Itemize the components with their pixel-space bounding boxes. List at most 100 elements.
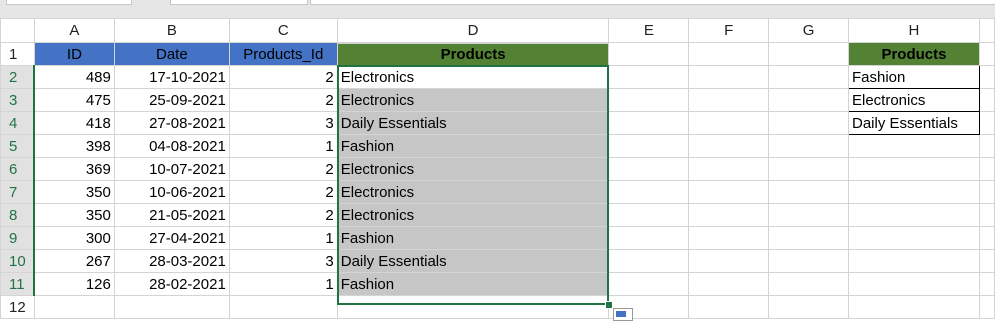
cell-f1[interactable] (688, 42, 770, 66)
cell-i9[interactable] (978, 226, 995, 250)
cell-c5[interactable]: 1 (228, 134, 338, 158)
col-header-c[interactable]: C (228, 18, 338, 43)
cell-a8[interactable]: 350 (33, 203, 115, 227)
row-header-5[interactable]: 5 (0, 134, 36, 158)
cell-a6[interactable]: 369 (33, 157, 115, 181)
cell-c8[interactable]: 2 (228, 203, 338, 227)
cell-c4[interactable]: 3 (228, 111, 338, 135)
cell-a11[interactable]: 126 (33, 272, 115, 296)
cell-e5[interactable] (608, 134, 690, 158)
cell-h7[interactable] (847, 180, 980, 204)
cell-a4[interactable]: 418 (33, 111, 115, 135)
cell-f6[interactable] (688, 157, 770, 181)
cell-g3[interactable] (768, 88, 849, 112)
cell-b12[interactable] (113, 295, 230, 319)
cell-d6[interactable]: Electronics (336, 157, 610, 181)
row-header-12[interactable]: 12 (0, 295, 35, 319)
cell-h10[interactable] (847, 249, 980, 273)
cell-h6[interactable] (847, 157, 980, 181)
cell-d10[interactable]: Daily Essentials (336, 249, 610, 273)
cell-i10[interactable] (978, 249, 995, 273)
cell-b6[interactable]: 10-07-2021 (113, 157, 230, 181)
cell-a1[interactable]: ID (33, 42, 115, 66)
cell-h12[interactable] (847, 295, 980, 319)
cell-i7[interactable] (978, 180, 995, 204)
row-header-7[interactable]: 7 (0, 180, 36, 204)
col-header-b[interactable]: B (113, 18, 230, 43)
cell-h5[interactable] (847, 134, 980, 158)
cell-h2[interactable]: Fashion (847, 65, 980, 89)
col-header-f[interactable]: F (688, 18, 770, 43)
cell-c12[interactable] (228, 295, 338, 319)
cell-i11[interactable] (978, 272, 995, 296)
cell-f10[interactable] (688, 249, 770, 273)
cell-g8[interactable] (768, 203, 849, 227)
cell-b8[interactable]: 21-05-2021 (113, 203, 230, 227)
cell-h3[interactable]: Electronics (847, 88, 980, 112)
cell-g6[interactable] (768, 157, 849, 181)
cell-b3[interactable]: 25-09-2021 (113, 88, 230, 112)
cell-d8[interactable]: Electronics (336, 203, 610, 227)
row-header-9[interactable]: 9 (0, 226, 36, 250)
cell-i12[interactable] (978, 295, 995, 319)
cell-d11[interactable]: Fashion (336, 272, 610, 296)
row-header-1[interactable]: 1 (0, 42, 35, 66)
cell-b4[interactable]: 27-08-2021 (113, 111, 230, 135)
cell-b2[interactable]: 17-10-2021 (113, 65, 230, 89)
name-box[interactable] (6, 0, 132, 5)
cell-g5[interactable] (768, 134, 849, 158)
cell-a3[interactable]: 475 (33, 88, 115, 112)
cell-b1[interactable]: Date (113, 42, 230, 66)
cell-d3[interactable]: Electronics (336, 88, 610, 112)
select-all-corner[interactable] (0, 18, 35, 43)
cell-c6[interactable]: 2 (228, 157, 338, 181)
cell-i6[interactable] (978, 157, 995, 181)
cell-b7[interactable]: 10-06-2021 (113, 180, 230, 204)
cell-c3[interactable]: 2 (228, 88, 338, 112)
cell-g11[interactable] (768, 272, 849, 296)
cell-b5[interactable]: 04-08-2021 (113, 134, 230, 158)
formula-input[interactable] (310, 0, 995, 5)
cell-g2[interactable] (768, 65, 849, 89)
cell-i1[interactable] (978, 42, 995, 66)
cell-e8[interactable] (608, 203, 690, 227)
row-header-11[interactable]: 11 (0, 272, 36, 296)
cell-i2[interactable] (978, 65, 995, 89)
quick-analysis-icon[interactable] (613, 308, 633, 321)
cell-d1[interactable]: Products (336, 42, 610, 66)
cell-a7[interactable]: 350 (33, 180, 115, 204)
row-header-4[interactable]: 4 (0, 111, 36, 135)
cell-d7[interactable]: Electronics (336, 180, 610, 204)
cell-f4[interactable] (688, 111, 770, 135)
cell-g10[interactable] (768, 249, 849, 273)
cell-e7[interactable] (608, 180, 690, 204)
cell-d9[interactable]: Fashion (336, 226, 610, 250)
cell-b11[interactable]: 28-02-2021 (113, 272, 230, 296)
cell-a5[interactable]: 398 (33, 134, 115, 158)
col-header-e[interactable]: E (608, 18, 690, 43)
cell-b9[interactable]: 27-04-2021 (113, 226, 230, 250)
cell-a9[interactable]: 300 (33, 226, 115, 250)
cell-e11[interactable] (608, 272, 690, 296)
cell-e4[interactable] (608, 111, 690, 135)
col-header-h[interactable]: H (847, 18, 980, 43)
cell-e6[interactable] (608, 157, 690, 181)
cell-a10[interactable]: 267 (33, 249, 115, 273)
col-header-d[interactable]: D (336, 18, 610, 44)
cell-c9[interactable]: 1 (228, 226, 338, 250)
cell-d5[interactable]: Fashion (336, 134, 610, 158)
cell-f7[interactable] (688, 180, 770, 204)
cell-a12[interactable] (33, 295, 115, 319)
cell-a2[interactable]: 489 (33, 65, 115, 89)
formula-controls[interactable] (170, 0, 308, 5)
cell-b10[interactable]: 28-03-2021 (113, 249, 230, 273)
cell-e1[interactable] (608, 42, 690, 66)
cell-c10[interactable]: 3 (228, 249, 338, 273)
row-header-2[interactable]: 2 (0, 65, 36, 89)
cell-i8[interactable] (978, 203, 995, 227)
cell-h8[interactable] (847, 203, 980, 227)
row-header-6[interactable]: 6 (0, 157, 36, 181)
cell-i4[interactable] (978, 111, 995, 135)
cell-f3[interactable] (688, 88, 770, 112)
cell-c7[interactable]: 2 (228, 180, 338, 204)
